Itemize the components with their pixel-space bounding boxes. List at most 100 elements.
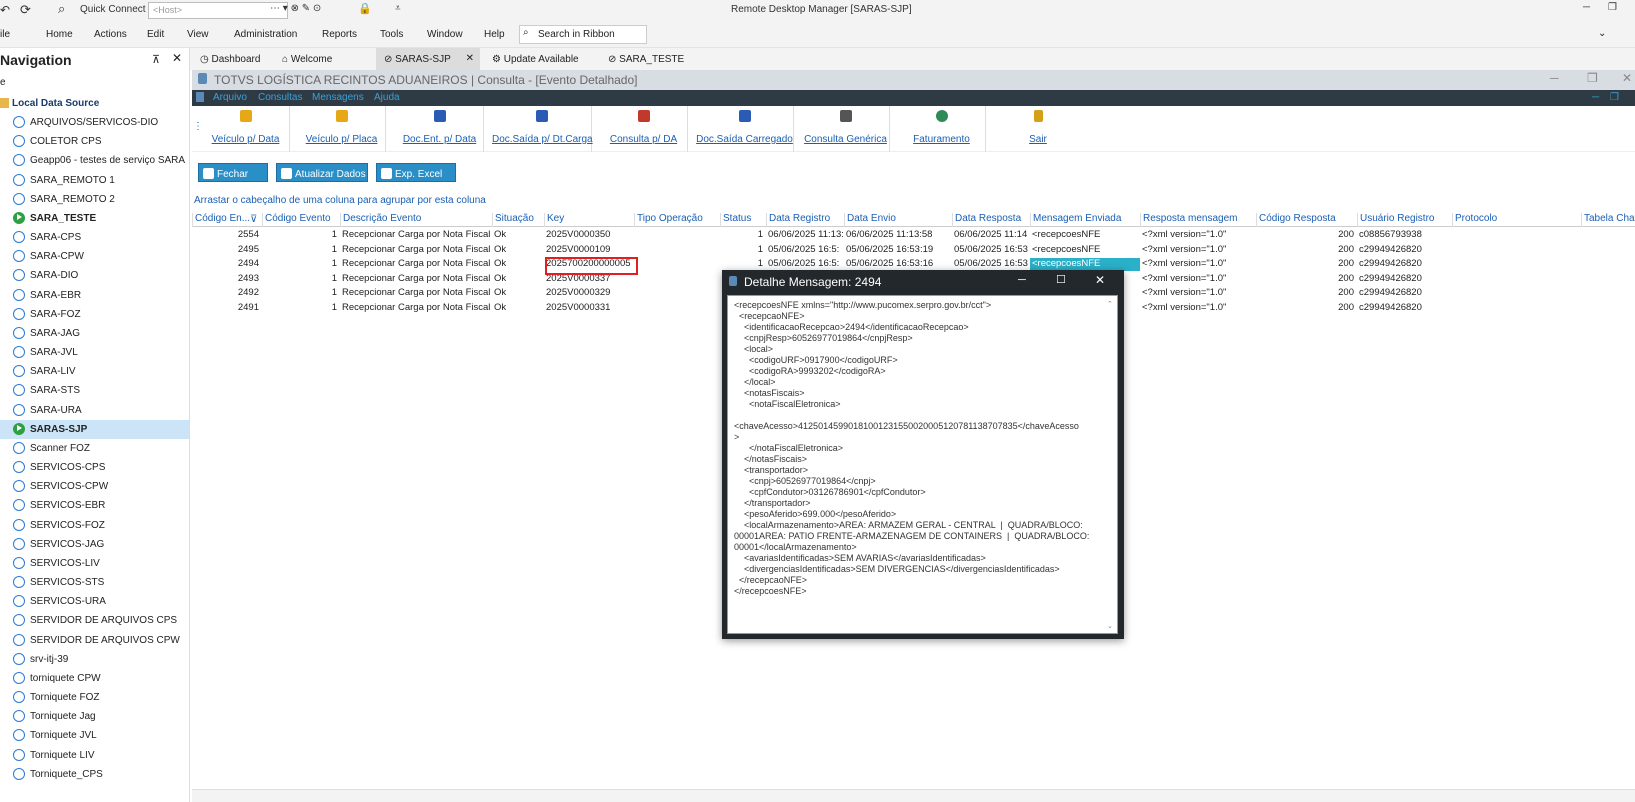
restore-icon[interactable]: ❐	[1608, 2, 1617, 13]
nav-item[interactable]: SARA_TESTE	[0, 209, 189, 228]
nav-item[interactable]: Torniquete Jag	[0, 707, 189, 726]
consulta-generica-button[interactable]: Consulta Genérica	[802, 106, 890, 152]
veiculo-placa-button[interactable]: Veículo p/ Placa	[298, 106, 386, 152]
column-header[interactable]: Tipo Operação	[634, 213, 720, 227]
menu-view[interactable]: View	[187, 29, 209, 40]
nav-item[interactable]: Torniquete FOZ	[0, 688, 189, 707]
nav-item[interactable]: SERVICOS-FOZ	[0, 516, 189, 535]
close-tab-icon[interactable]: ✕	[466, 53, 474, 64]
tab-saras-sjp[interactable]: ⊘ SARAS-SJP ✕	[376, 48, 480, 70]
tab-update-available[interactable]: ⚙ Update Available	[492, 48, 592, 70]
sair-button[interactable]: Sair	[994, 106, 1082, 152]
atualizar-dados-button[interactable]: Atualizar Dados	[276, 163, 368, 182]
column-header[interactable]: Key	[544, 213, 634, 227]
column-header[interactable]: Data Envio	[844, 213, 952, 227]
nav-item[interactable]: SARAS-SJP	[0, 419, 189, 439]
back-icon[interactable]: ↶	[0, 3, 10, 17]
sort-filter-icon[interactable]: ⊽	[250, 214, 257, 225]
nav-item[interactable]: SARA_REMOTO 2	[0, 190, 189, 209]
column-header[interactable]: Resposta mensagem	[1140, 213, 1256, 227]
doc-ent-data-button[interactable]: Doc.Ent. p/ Data	[396, 106, 484, 152]
menu-arquivo[interactable]: Arquivo	[213, 92, 247, 103]
nav-item[interactable]: COLETOR CPS	[0, 132, 189, 151]
exp-excel-button[interactable]: Exp. Excel	[376, 163, 456, 182]
column-header[interactable]: Data Resposta	[952, 213, 1030, 227]
nav-item[interactable]: SERVICOS-STS	[0, 573, 189, 592]
nav-item[interactable]: Torniquete JVL	[0, 726, 189, 745]
nav-item[interactable]: Geapp06 - testes de serviço SARA	[0, 151, 189, 170]
nav-item[interactable]: SARA-FOZ	[0, 305, 189, 324]
nav-item[interactable]: SARA-STS	[0, 381, 189, 400]
nav-item[interactable]: SARA_REMOTO 1	[0, 171, 189, 190]
menu-actions[interactable]: Actions	[94, 29, 127, 40]
nav-item[interactable]: SERVIDOR DE ARQUIVOS CPS	[0, 611, 189, 630]
message-textarea[interactable]: <recepcoesNFE xmlns="http://www.pucomex.…	[727, 295, 1118, 634]
customize-icon[interactable]: ⩡	[395, 3, 401, 14]
tab-dashboard[interactable]: ◷ Dashboard	[200, 48, 272, 70]
table-row[interactable]: 2495 1 Recepcionar Carga por Nota Fiscal E…	[192, 243, 1635, 258]
local-data-source[interactable]: Local Data Source	[0, 95, 189, 113]
inner-close-icon[interactable]: ✕	[1622, 71, 1632, 85]
column-header[interactable]: Situação	[492, 213, 544, 227]
nav-item[interactable]: ARQUIVOS/SERVICOS-DIO	[0, 113, 189, 132]
more-icon[interactable]: ⋯ ▾ ⊗ ✎ ⊙	[270, 3, 321, 14]
nav-item[interactable]: SERVICOS-LIV	[0, 554, 189, 573]
inner-restore-icon[interactable]: ❐	[1587, 71, 1598, 85]
veiculo-data-button[interactable]: Veículo p/ Data	[202, 106, 290, 152]
ribbon-search-input[interactable]: Search in Ribbon	[519, 25, 647, 44]
menu-reports[interactable]: Reports	[322, 29, 357, 40]
menu-home[interactable]: Home	[46, 29, 73, 40]
scroll-up-icon[interactable]: ⌃	[1107, 300, 1113, 308]
dialog-maximize-icon[interactable]: ☐	[1056, 273, 1066, 286]
doc-saida-carregado-button[interactable]: Doc.Saída Carregado	[696, 106, 794, 152]
column-header[interactable]: Usuário Registro	[1357, 213, 1452, 227]
column-header[interactable]: Protocolo	[1452, 213, 1581, 227]
menu-help[interactable]: Help	[484, 29, 505, 40]
nav-item[interactable]: torniquete CPW	[0, 669, 189, 688]
nav-item[interactable]: SARA-LIV	[0, 362, 189, 381]
scroll-down-icon[interactable]: ⌄	[1107, 622, 1113, 630]
menu-window[interactable]: Window	[427, 29, 463, 40]
table-row[interactable]: 2554 1 Recepcionar Carga por Nota Fiscal E…	[192, 228, 1635, 243]
menu-file[interactable]: ile	[0, 29, 10, 40]
menu-consultas[interactable]: Consultas	[258, 92, 302, 103]
menu-tools[interactable]: Tools	[380, 29, 403, 40]
dialog-minimize-icon[interactable]: ─	[1018, 274, 1026, 286]
tab-welcome[interactable]: ⌂ Welcome	[282, 48, 362, 70]
column-header[interactable]: Código Evento	[262, 213, 340, 227]
nav-item[interactable]: SERVICOS-EBR	[0, 496, 189, 515]
inner-menu-restore-icon[interactable]: ❐	[1610, 92, 1619, 103]
faturamento-button[interactable]: Faturamento	[898, 106, 986, 152]
nav-item[interactable]: SARA-URA	[0, 401, 189, 420]
fechar-button[interactable]: Fechar	[198, 163, 268, 182]
column-header[interactable]: Mensagem Enviada	[1030, 213, 1140, 227]
nav-item[interactable]: SERVICOS-CPW	[0, 477, 189, 496]
ribbon-collapse-icon[interactable]: ⌄	[1598, 28, 1606, 39]
nav-item[interactable]: SARA-DIO	[0, 266, 189, 285]
nav-item[interactable]: SARA-JAG	[0, 324, 189, 343]
nav-filter[interactable]: e	[0, 77, 6, 88]
column-header[interactable]: Tabela Chav	[1581, 213, 1635, 227]
dialog-scrollbar[interactable]: ⌃ ⌄	[1107, 300, 1115, 630]
nav-item[interactable]: Torniquete_CPS	[0, 765, 189, 784]
host-input[interactable]: <Host>	[148, 2, 288, 19]
menu-mensagens[interactable]: Mensagens	[312, 92, 364, 103]
nav-item[interactable]: SARA-CPS	[0, 228, 189, 247]
tab-sara-teste[interactable]: ⊘ SARA_TESTE	[608, 48, 698, 70]
nav-item[interactable]: SERVICOS-JAG	[0, 535, 189, 554]
nav-item[interactable]: SARA-EBR	[0, 286, 189, 305]
column-header[interactable]: Status	[720, 213, 766, 227]
nav-item[interactable]: SERVIDOR DE ARQUIVOS CPW	[0, 631, 189, 650]
nav-item[interactable]: srv-itj-39	[0, 650, 189, 669]
column-header[interactable]: Código Resposta	[1256, 213, 1357, 227]
dialog-close-icon[interactable]: ✕	[1095, 273, 1105, 287]
menu-ajuda[interactable]: Ajuda	[374, 92, 400, 103]
nav-item[interactable]: Scanner FOZ	[0, 439, 189, 458]
nav-item[interactable]: SERVICOS-CPS	[0, 458, 189, 477]
doc-saida-carga-button[interactable]: Doc.Saída p/ Dt.Carga	[492, 106, 593, 152]
inner-menu-minimize-icon[interactable]: ─	[1592, 92, 1599, 103]
nav-item[interactable]: SARA-JVL	[0, 343, 189, 362]
menu-administration[interactable]: Administration	[234, 29, 297, 40]
column-header[interactable]: Descrição Evento	[340, 213, 492, 227]
nav-item[interactable]: SERVICOS-URA	[0, 592, 189, 611]
